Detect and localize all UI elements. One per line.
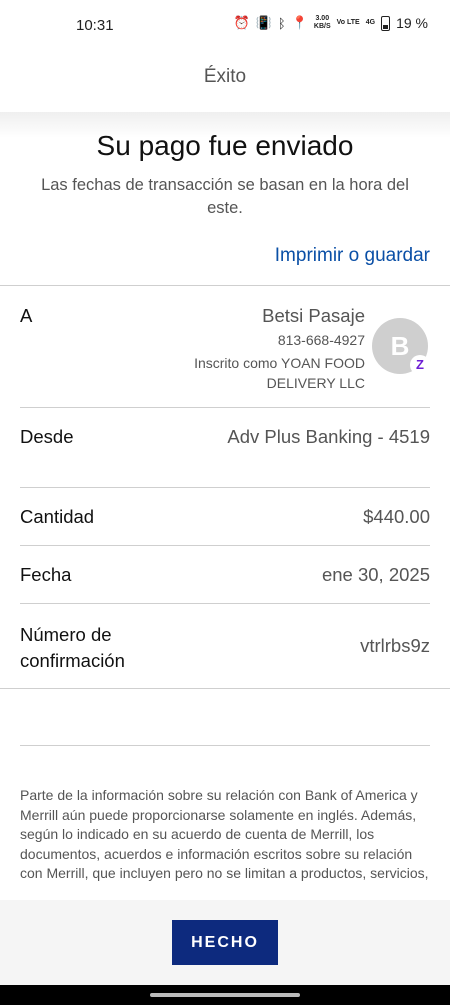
confirmation-number-value: vtrlrbs9z	[360, 635, 430, 656]
location-icon: 📍	[291, 15, 308, 30]
recipient-name: Betsi Pasaje	[262, 305, 365, 326]
date-label: Fecha	[20, 564, 72, 585]
amount-value: $440.00	[363, 506, 430, 527]
volte-indicator: Vo LTE	[336, 19, 360, 26]
footer: HECHO	[0, 900, 450, 985]
recipient-phone: 813-668-4927	[277, 332, 365, 348]
done-button[interactable]: HECHO	[172, 920, 278, 965]
vibrate-icon: 📳	[255, 15, 272, 30]
timezone-note: Las fechas de transacción se basan en la…	[41, 176, 409, 217]
status-time: 10:31	[76, 17, 114, 34]
home-gesture-handle[interactable]	[150, 993, 300, 997]
battery-icon	[381, 15, 391, 31]
divider	[0, 688, 450, 689]
status-icons: ⏰ 📳 ᛒ 📍 3.00 KB/S Vo LTE 4G 19 %	[234, 15, 428, 31]
divider	[20, 545, 430, 546]
print-or-save-link[interactable]: Imprimir o guardar	[275, 245, 430, 267]
network-speed: 3.00 KB/S	[313, 15, 331, 30]
bluetooth-icon: ᛒ	[277, 15, 286, 31]
system-navigation-bar	[0, 985, 450, 1005]
alarm-icon: ⏰	[233, 15, 250, 30]
divider	[20, 407, 430, 408]
header: Éxito	[0, 50, 450, 112]
amount-label: Cantidad	[20, 506, 95, 527]
date-value: ene 30, 2025	[321, 564, 430, 585]
divider	[20, 745, 430, 746]
from-label: Desde	[20, 426, 74, 447]
confirmation-number-label: Número de confirmación	[20, 624, 125, 671]
battery-level: 19 %	[396, 15, 428, 31]
disclaimer-text: Parte de la información sobre su relació…	[20, 787, 429, 881]
from-account: Adv Plus Banking - 4519	[227, 426, 430, 447]
divider	[20, 603, 430, 604]
divider	[0, 285, 450, 286]
to-label: A	[20, 305, 33, 326]
status-bar: 10:31 ⏰ 📳 ᛒ 📍 3.00 KB/S Vo LTE 4G 19 %	[0, 0, 450, 50]
zelle-icon: Z	[410, 355, 430, 375]
confirmation-headline: Su pago fue enviado	[96, 130, 354, 161]
page-title: Éxito	[203, 66, 247, 87]
recipient-enrolled-as: Inscrito como YOAN FOOD DELIVERY LLC	[194, 355, 365, 391]
divider	[20, 487, 430, 488]
signal-icon: 4G	[365, 19, 376, 26]
